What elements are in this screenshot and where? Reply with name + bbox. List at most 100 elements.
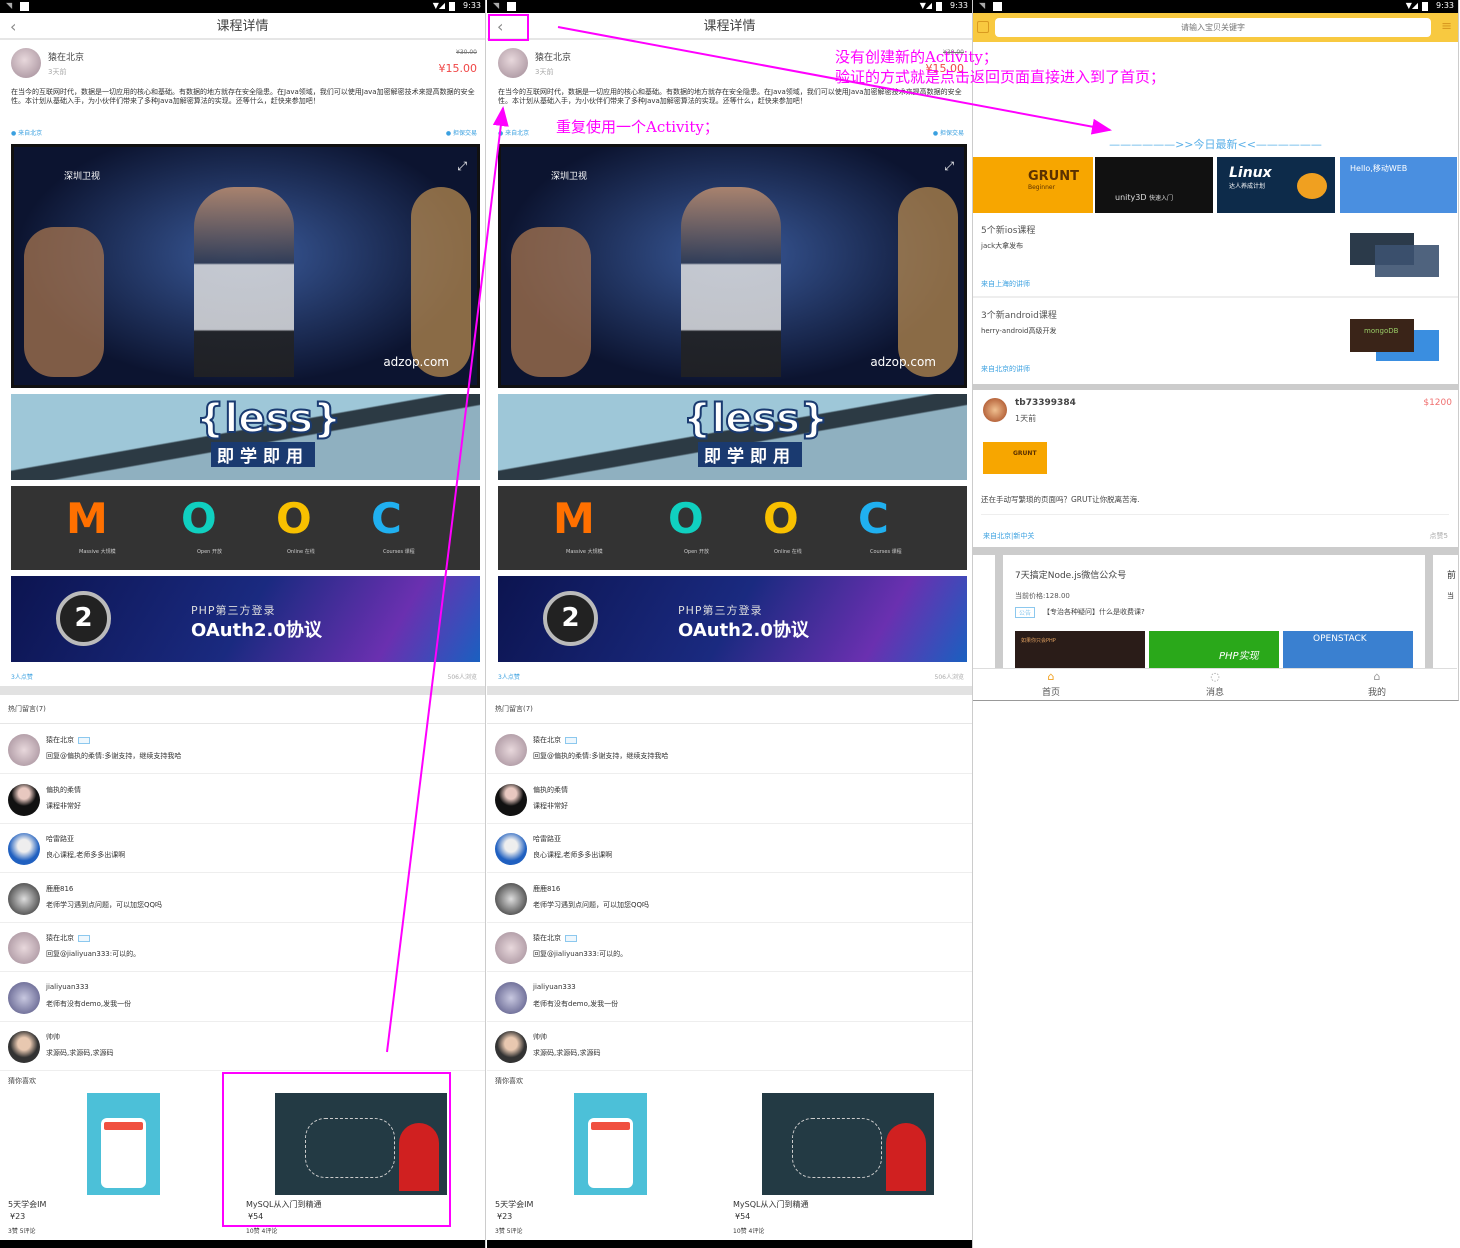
post-price: $1200: [1423, 398, 1452, 408]
header: ‹ 课程详情: [0, 13, 485, 40]
comment-item[interactable]: 猿在北京 回复@偏执的柔情:多谢支持，继续支持我哈: [487, 725, 972, 774]
comment-item[interactable]: 哈雷路亚 良心课程,老师多多出课啊: [0, 824, 485, 873]
recommend-thumb[interactable]: [574, 1093, 647, 1195]
location-link[interactable]: ● 来自北京: [498, 128, 529, 137]
profile-icon: ⌂: [1373, 670, 1381, 683]
oauth-banner[interactable]: 2 PHP第三方登录 OAuth2.0协议: [498, 576, 967, 662]
card-price: 当前价格:128.00: [1015, 592, 1070, 600]
recommend-stats: 3赞 5评论: [495, 1228, 523, 1235]
tab-home[interactable]: ⌂ 首页: [1011, 669, 1091, 698]
comment-item[interactable]: 鹿鹿816 老师学习遇到点问题，可以加您QQ吗: [0, 874, 485, 923]
divider: [487, 686, 972, 695]
mooc-letter: C: [858, 494, 889, 543]
less-banner[interactable]: {less} 即学即用: [11, 394, 480, 480]
card-title: 7天搞定Node.js微信公众号: [1015, 571, 1127, 581]
video-watermark: adzop.com: [870, 355, 936, 369]
video-channel-logo: 深圳卫视: [551, 172, 588, 182]
tab-messages[interactable]: ◌ 消息: [1175, 669, 1255, 698]
recommend-title[interactable]: 5天学会IM: [495, 1199, 533, 1210]
page-title: 课程详情: [703, 19, 756, 34]
banner-mobile-web[interactable]: Hello,移动WEB: [1340, 157, 1457, 213]
location-pin-icon: ●: [498, 130, 504, 137]
annotation-no-new-activity: 没有创建新的Activity；: [835, 48, 998, 66]
banner-sub: 即学即用: [211, 442, 315, 467]
recommend-title[interactable]: MySQL从入门到精通: [733, 1199, 808, 1210]
banner-title: GRUNT: [1028, 169, 1079, 184]
comment-item[interactable]: jialiyuan333 老师有没有demo,发我一份: [0, 973, 485, 1022]
banner-unity[interactable]: unity3D 快速入门: [1095, 157, 1213, 213]
video-image[interactable]: 深圳卫视 ⤢ adzop.com: [498, 144, 967, 388]
recommend-thumb[interactable]: [275, 1093, 447, 1195]
card-thumb: 如果你只会PHP: [1015, 631, 1145, 668]
commenter-name: 哈雷路亚: [46, 835, 74, 843]
teacher-badge: [78, 934, 90, 942]
fullscreen-icon[interactable]: ⤢: [457, 159, 467, 174]
comment-item[interactable]: 帅帅 求源码,求源码,求源码: [0, 1022, 485, 1071]
commenter-avatar: [495, 734, 527, 766]
less-banner[interactable]: {less} 即学即用: [498, 394, 967, 480]
fullscreen-icon[interactable]: ⤢: [944, 159, 954, 174]
mooc-word: Open 开放: [197, 549, 222, 555]
commenter-name: 鹿鹿816: [533, 884, 561, 893]
likes-count[interactable]: 3人点赞: [11, 672, 33, 681]
likes-count[interactable]: 3人点赞: [498, 672, 520, 681]
comment-item[interactable]: jialiyuan333 老师有没有demo,发我一份: [487, 973, 972, 1022]
location-text: 来自北京: [18, 130, 43, 137]
comment-item[interactable]: 猿在北京 回复@jialiyuan333:可以的。: [487, 923, 972, 972]
comment-item[interactable]: 猿在北京 回复@偏执的柔情:多谢支持，继续支持我哈: [0, 725, 485, 774]
mooc-banner[interactable]: M O O C Massive 大规模 Open 开放 Online 在线 Co…: [498, 486, 967, 570]
course-carousel[interactable]: 7天搞定Node.js微信公众号 当前价格:128.00 公告 【专治各种疑问】…: [973, 547, 1458, 668]
comment-text: 良心课程,老师多多出课啊: [533, 851, 613, 859]
comment-item[interactable]: 哈雷路亚 良心课程,老师多多出课啊: [487, 824, 972, 873]
home-screen: ◥▼◢9:33 ≡ ——————>>今日最新<<—————— GRUNTBegi…: [973, 0, 1459, 701]
mooc-banner[interactable]: M O O C Massive 大规模 Open 开放 Online 在线 Co…: [11, 486, 480, 570]
recommend-thumb[interactable]: [762, 1093, 934, 1195]
carousel-card[interactable]: 7天搞定Node.js微信公众号 当前价格:128.00 公告 【专治各种疑问】…: [1003, 555, 1425, 668]
recommend-title[interactable]: 5天学会IM: [8, 1199, 46, 1210]
list-item[interactable]: 5个新ios课程 jack大拿发布 来自上海的讲师: [973, 215, 1458, 298]
recommend-price: ¥54: [248, 1212, 264, 1221]
video-image[interactable]: 深圳卫视 ⤢ adzop.com: [11, 144, 480, 388]
banner-linux[interactable]: Linux 达人养成计划: [1217, 157, 1335, 213]
views-count: 506人浏览: [934, 674, 964, 681]
search-header: ≡: [973, 13, 1458, 42]
banner-title: Linux: [1229, 165, 1272, 181]
course-description: 在当今的互联网时代，数据是一切应用的核心和基础。有数据的地方就存在安全隐患。在J…: [11, 88, 475, 105]
banner-grunt[interactable]: GRUNT Beginner: [973, 157, 1093, 213]
oauth-banner[interactable]: 2 PHP第三方登录 OAuth2.0协议: [11, 576, 480, 662]
banner-sub: 快速入门: [1149, 195, 1174, 202]
commenter-avatar: [495, 981, 527, 1014]
tab-label: 首页: [1041, 688, 1060, 698]
location-pin-icon: ●: [11, 130, 17, 137]
comment-item[interactable]: 猿在北京 回复@jialiyuan333:可以的。: [0, 923, 485, 972]
menu-icon[interactable]: ≡: [1441, 19, 1452, 34]
recommend-price: ¥23: [497, 1212, 513, 1221]
comment-item[interactable]: 偏执的柔情 课程非常好: [487, 775, 972, 824]
tab-label: 我的: [1367, 688, 1386, 698]
page-title: 课程详情: [216, 19, 269, 34]
list-item[interactable]: 3个新android课程 herry-android高级开发 来自北京的讲师 m…: [973, 300, 1458, 384]
location-link[interactable]: ● 来自北京: [11, 128, 42, 137]
comment-text: 老师有没有demo,发我一份: [46, 999, 132, 1008]
comment-item[interactable]: 鹿鹿816 老师学习遇到点问题，可以加您QQ吗: [487, 874, 972, 923]
tab-mine[interactable]: ⌂ 我的: [1337, 669, 1417, 698]
scan-icon[interactable]: [977, 21, 989, 33]
comment-text: 老师学习遇到点问题，可以加您QQ吗: [46, 900, 163, 909]
mooc-word: Courses 课程: [870, 549, 902, 555]
annotation-verify: 验证的方式就是点击返回页面直接进入到了首页；: [835, 68, 1166, 86]
recommend-thumb[interactable]: [87, 1093, 160, 1195]
back-button[interactable]: ‹: [497, 13, 503, 40]
back-button[interactable]: ‹: [10, 13, 16, 40]
comment-item[interactable]: 帅帅 求源码,求源码,求源码: [487, 1022, 972, 1071]
comment-item[interactable]: 偏执的柔情 课程非常好: [0, 775, 485, 824]
teacher-badge: [565, 934, 577, 942]
next-card-title: 前: [1447, 571, 1457, 581]
author-avatar: [11, 48, 41, 78]
search-input[interactable]: [995, 18, 1431, 37]
commenter-avatar: [495, 882, 527, 915]
post-time: 1天前: [1015, 414, 1037, 423]
post-card[interactable]: tb73399384 1天前 $1200 GRUNT 还在手动写繁琐的页面吗？G…: [973, 390, 1458, 547]
guarantee-text: 担保交易: [939, 130, 964, 137]
message-icon: ◌: [1210, 670, 1220, 683]
recommend-title[interactable]: MySQL从入门到精通: [246, 1199, 321, 1210]
